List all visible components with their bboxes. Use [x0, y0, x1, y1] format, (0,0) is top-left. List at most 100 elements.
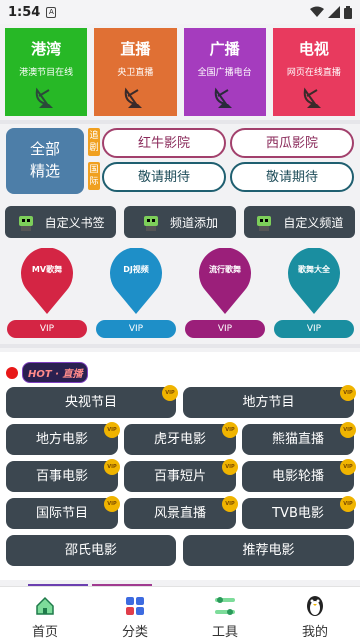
map-pin-icon: [199, 247, 251, 314]
penguin-icon: [307, 596, 323, 616]
vip-button[interactable]: VIP: [7, 320, 87, 338]
pin-pop-dance[interactable]: 流行歌舞: [197, 247, 253, 314]
vip-button[interactable]: VIP: [274, 320, 354, 338]
tab-label: 工具: [211, 625, 238, 640]
channel-button[interactable]: 地方电影 VIP: [6, 422, 120, 455]
channel-button[interactable]: 地方节目 VIP: [183, 385, 356, 418]
pin-label: 流行歌舞: [209, 265, 241, 274]
status-time: 1:54: [8, 4, 41, 20]
pin-mv-dance[interactable]: MV歌舞: [19, 247, 75, 314]
all-featured-button[interactable]: 全部 精选: [6, 128, 84, 194]
category-tile-hk[interactable]: 港湾 港澳节目在线: [5, 28, 88, 116]
hongniu-cinema-button[interactable]: 红牛影院: [102, 128, 226, 158]
category-icon: [126, 597, 144, 615]
tab-tools[interactable]: 工具: [180, 587, 270, 640]
satellite-dish-icon: [35, 87, 54, 108]
home-icon: [36, 596, 54, 615]
channel-label: 百事短片: [153, 469, 206, 484]
tab-mine[interactable]: 我的: [270, 587, 360, 640]
pin-label: 歌舞大全: [298, 265, 330, 274]
status-bar: 1:54 A: [0, 0, 360, 24]
category-tile-radio[interactable]: 广播 全国广播电台: [183, 28, 266, 116]
vip-badge: VIP: [222, 496, 238, 512]
channel-label: 国际节目: [35, 506, 88, 521]
category-grid: 港湾 港澳节目在线 直播 央卫直播 广播 全国广播电台 电视 网页在线直播: [5, 28, 355, 116]
map-pin-icon: [288, 247, 340, 314]
channel-button[interactable]: 推荐电影: [183, 535, 354, 566]
pin-dance-collection[interactable]: 歌舞大全: [286, 247, 342, 314]
xigua-cinema-button[interactable]: 西瓜影院: [230, 128, 354, 158]
live-header: HOT · 直播: [6, 362, 89, 383]
tool-label: 自定义书签: [44, 215, 105, 230]
channel-button[interactable]: TVB电影 VIP: [242, 496, 356, 529]
channel-button[interactable]: 熊猫直播 VIP: [242, 422, 356, 455]
channel-button[interactable]: 央视节目 VIP: [6, 385, 178, 418]
category-tile-live[interactable]: 直播 央卫直播: [94, 28, 177, 116]
add-channel-button[interactable]: 频道添加: [124, 206, 236, 238]
robot-icon: [18, 216, 33, 231]
channel-button[interactable]: 邵氏电影: [6, 535, 176, 566]
vip-badge: VIP: [340, 422, 356, 438]
tag-international: 国际: [88, 162, 100, 190]
category-subtitle: 央卫直播: [117, 68, 154, 78]
divider: [0, 344, 360, 348]
vip-badge: VIP: [222, 422, 238, 438]
category-title: 港湾: [31, 40, 62, 58]
vip-badge: VIP: [104, 496, 120, 512]
category-subtitle: 港澳节目在线: [19, 68, 74, 78]
tab-label: 首页: [31, 625, 58, 640]
vip-badge: VIP: [340, 496, 356, 512]
category-subtitle: 网页在线直播: [286, 68, 341, 78]
map-pin-icon: [110, 247, 162, 314]
wifi-icon: [310, 6, 324, 17]
vip-button[interactable]: VIP: [96, 320, 176, 338]
robot-icon: [257, 216, 272, 231]
satellite-dish-icon: [214, 87, 232, 108]
channel-label: 熊猫直播: [271, 432, 324, 447]
battery-icon: [344, 5, 352, 19]
vip-badge: VIP: [340, 459, 356, 475]
all-featured-line2: 精选: [29, 162, 60, 180]
coming-soon-button-2[interactable]: 敬请期待: [230, 162, 354, 192]
tool-row: 自定义书签 频道添加 自定义频道: [5, 206, 355, 238]
tab-home[interactable]: 首页: [0, 587, 90, 640]
tool-label: 自定义频道: [283, 215, 344, 230]
channel-button[interactable]: 风景直播 VIP: [124, 496, 238, 529]
map-pin-icon: [21, 247, 73, 314]
robot-icon: [143, 216, 158, 231]
pin-dj-video[interactable]: DJ视频: [108, 247, 164, 314]
custom-bookmark-button[interactable]: 自定义书签: [5, 206, 117, 238]
tab-label: 我的: [301, 625, 328, 640]
tab-label: 分类: [121, 625, 148, 640]
bottom-tab-bar: 首页 分类 工具 我的: [0, 586, 360, 640]
channel-label: 地方节目: [242, 395, 295, 410]
tab-category[interactable]: 分类: [90, 587, 180, 640]
quick-access: 全部 精选 追剧 国际 红牛影院 西瓜影院 敬请期待 敬请期待: [4, 126, 356, 196]
channel-label: 央视节目: [64, 395, 117, 410]
pin-label: MV歌舞: [31, 265, 63, 274]
channel-label: 地方电影: [35, 432, 88, 447]
channel-button[interactable]: 百事电影 VIP: [6, 459, 120, 492]
coming-soon-button-1[interactable]: 敬请期待: [102, 162, 226, 192]
satellite-dish-icon: [125, 87, 143, 108]
vip-category-row: MV歌舞 DJ视频 流行歌舞 歌舞大全 VIP VIP VIP VIP: [0, 247, 360, 338]
satellite-dish-icon: [303, 87, 321, 108]
channel-label: 电影轮播: [271, 469, 324, 484]
channel-button[interactable]: 国际节目 VIP: [6, 496, 120, 529]
channel-button[interactable]: 电影轮播 VIP: [242, 459, 356, 492]
vip-badge: VIP: [162, 385, 178, 401]
category-tile-tv[interactable]: 电视 网页在线直播: [272, 28, 355, 116]
vip-button[interactable]: VIP: [185, 320, 265, 338]
custom-channel-button[interactable]: 自定义频道: [243, 206, 355, 238]
pin-label: DJ视频: [123, 265, 149, 274]
channel-label: 邵氏电影: [64, 543, 117, 558]
vip-badge: VIP: [104, 422, 120, 438]
vip-badge: VIP: [222, 459, 238, 475]
sim-icon: A: [46, 6, 57, 18]
channel-button[interactable]: 百事短片 VIP: [124, 459, 238, 492]
vip-badge: VIP: [104, 459, 120, 475]
channel-label: 风景直播: [153, 506, 206, 521]
channel-button[interactable]: 虎牙电影 VIP: [124, 422, 238, 455]
all-featured-line1: 全部: [29, 140, 60, 158]
tag-drama: 追剧: [88, 128, 100, 156]
